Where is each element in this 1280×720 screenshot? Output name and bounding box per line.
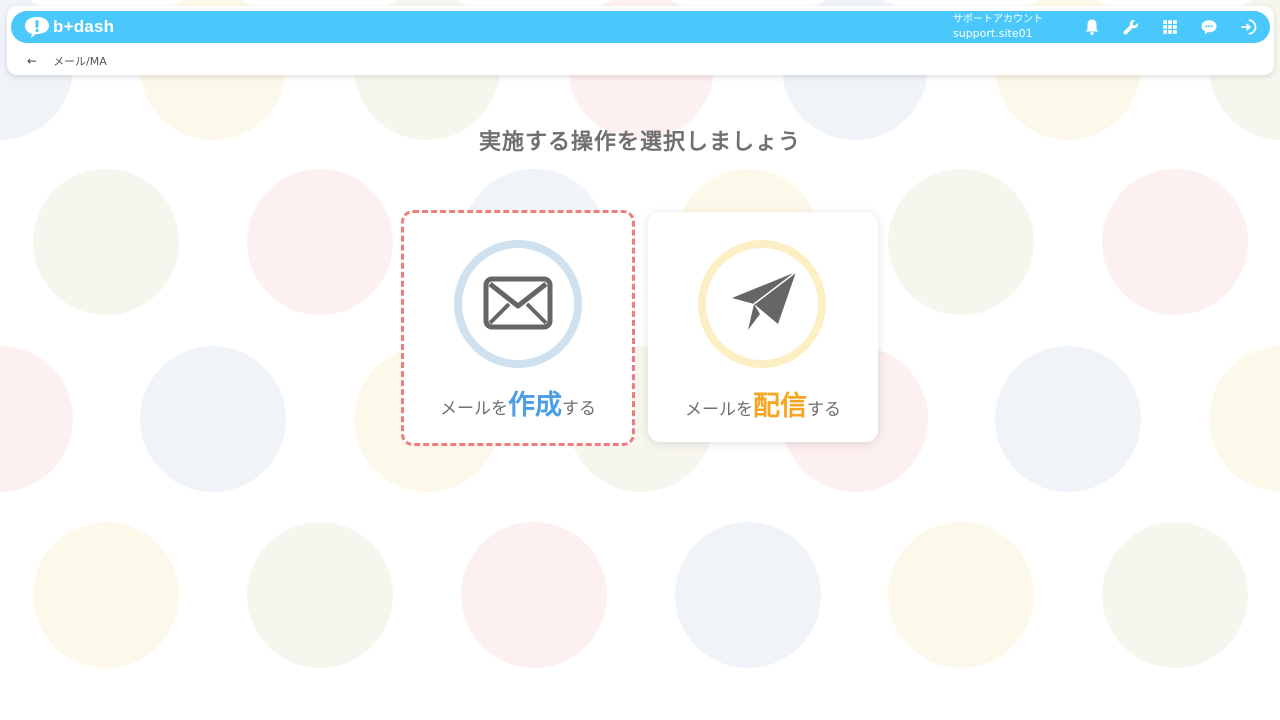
breadcrumb: ← メール/MA <box>27 53 107 69</box>
settings-button[interactable] <box>1121 17 1141 37</box>
paper-plane-icon <box>732 271 797 330</box>
bg-dot <box>140 346 286 492</box>
create-label-prefix: メールを <box>440 399 508 419</box>
bg-dot <box>675 522 821 668</box>
bg-dot <box>0 346 73 492</box>
bg-dot <box>888 522 1034 668</box>
grid-icon <box>1163 20 1177 34</box>
logout-icon <box>1241 19 1257 35</box>
create-label-suffix: する <box>562 399 596 419</box>
create-mail-ring <box>454 240 582 368</box>
account-label: サポートアカウント <box>953 14 1043 25</box>
create-label-emphasis: 作成 <box>508 390 562 421</box>
breadcrumb-path: メール/MA <box>53 55 107 68</box>
apps-button[interactable] <box>1160 17 1180 37</box>
bg-dot <box>1102 169 1248 315</box>
bg-dot <box>995 346 1141 492</box>
send-label-emphasis: 配信 <box>753 391 807 422</box>
send-mail-card[interactable]: メールを配信する <box>648 212 878 442</box>
background-dots <box>0 0 1280 720</box>
logo-text: b+dash <box>53 17 115 36</box>
wrench-icon <box>1123 19 1139 35</box>
bg-dot <box>247 169 393 315</box>
bg-dot <box>33 169 179 315</box>
send-mail-ring <box>698 240 826 368</box>
back-arrow-icon[interactable]: ← <box>27 54 37 68</box>
account-id: support.site01 <box>953 27 1033 40</box>
send-label-suffix: する <box>807 400 841 420</box>
bg-dot <box>888 169 1034 315</box>
bg-dot <box>33 522 179 668</box>
bell-icon <box>1085 19 1099 36</box>
logo-mark-icon <box>25 17 49 38</box>
notifications-button[interactable] <box>1082 17 1102 37</box>
header: b+dash サポートアカウント support.site01 ← メール/MA <box>7 6 1274 75</box>
bg-dot <box>461 522 607 668</box>
bg-dot <box>1209 346 1280 492</box>
send-label-prefix: メールを <box>685 400 753 420</box>
bg-dot <box>1102 522 1248 668</box>
top-bar: b+dash サポートアカウント support.site01 <box>11 11 1270 43</box>
bg-dot <box>247 522 393 668</box>
logout-button[interactable] <box>1238 17 1258 37</box>
create-mail-label: メールを作成する <box>404 383 632 422</box>
create-mail-card[interactable]: メールを作成する <box>401 210 635 446</box>
send-mail-label: メールを配信する <box>648 384 878 423</box>
account-info[interactable]: サポートアカウント support.site01 <box>953 13 1043 41</box>
envelope-icon <box>483 276 553 330</box>
megaphone-icon <box>1201 20 1217 35</box>
page-title: 実施する操作を選択しましょう <box>478 130 801 155</box>
logo[interactable]: b+dash <box>23 15 114 39</box>
support-button[interactable] <box>1199 17 1219 37</box>
